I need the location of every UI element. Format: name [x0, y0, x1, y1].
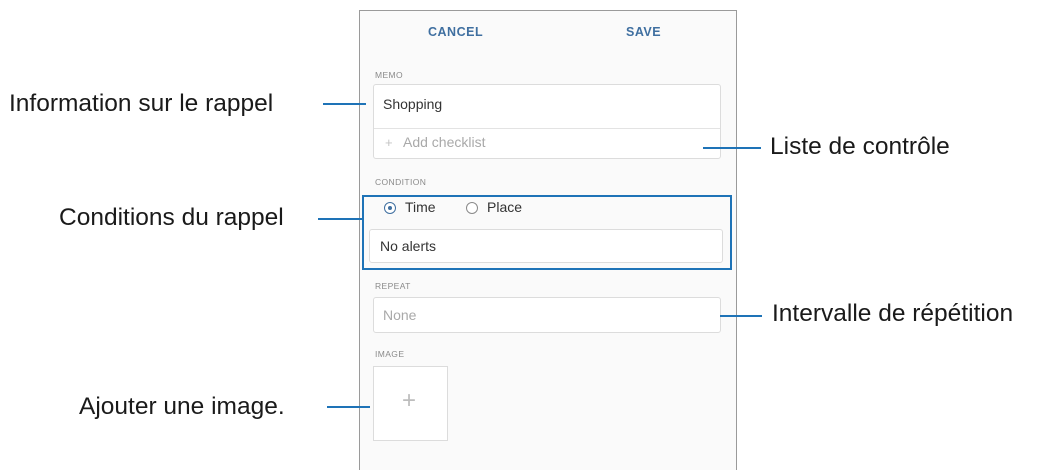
- memo-divider: [374, 128, 720, 129]
- cancel-button[interactable]: CANCEL: [428, 25, 483, 39]
- save-button[interactable]: SAVE: [626, 25, 661, 39]
- callout-line-reminder-info: [323, 103, 366, 105]
- alert-value[interactable]: No alerts: [380, 238, 436, 254]
- plus-icon: +: [402, 387, 417, 414]
- repeat-field[interactable]: [373, 297, 721, 333]
- callout-reminder-info: Information sur le rappel: [9, 90, 274, 117]
- callout-line-checklist: [703, 147, 761, 149]
- add-checklist-input[interactable]: Add checklist: [403, 134, 485, 150]
- callout-line-add-image: [327, 406, 370, 408]
- repeat-section-label: REPEAT: [375, 281, 411, 291]
- callout-add-image: Ajouter une image.: [79, 393, 285, 420]
- time-radio[interactable]: [384, 202, 396, 214]
- repeat-value[interactable]: None: [383, 307, 416, 323]
- memo-text[interactable]: Shopping: [383, 96, 442, 112]
- plus-icon: +: [385, 135, 393, 150]
- callout-conditions: Conditions du rappel: [59, 204, 284, 231]
- action-bar: CANCEL SAVE: [360, 11, 736, 57]
- condition-section-label: CONDITION: [375, 177, 427, 187]
- place-radio-label[interactable]: Place: [487, 199, 522, 215]
- callout-line-conditions: [318, 218, 362, 220]
- add-image-button[interactable]: +: [373, 366, 448, 441]
- place-radio[interactable]: [466, 202, 478, 214]
- memo-section-label: MEMO: [375, 70, 404, 80]
- time-radio-label[interactable]: Time: [405, 199, 436, 215]
- image-section-label: IMAGE: [375, 349, 405, 359]
- callout-line-repeat: [720, 315, 762, 317]
- callout-repeat-interval: Intervalle de répétition: [772, 300, 1014, 327]
- callout-checklist: Liste de contrôle: [770, 133, 950, 160]
